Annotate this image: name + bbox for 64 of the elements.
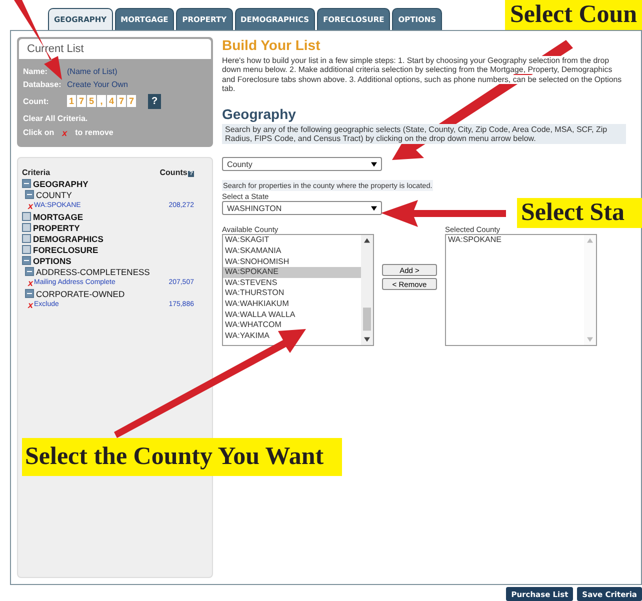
tree-item[interactable]: DEMOGRAPHICS: [33, 234, 104, 244]
remove-icon[interactable]: x: [28, 278, 34, 288]
toggle-icon[interactable]: [22, 212, 31, 221]
page-title: Build Your List: [222, 37, 322, 53]
list-option[interactable]: WA:WALLA WALLA: [223, 310, 361, 320]
column-heading: Criteria: [22, 168, 50, 177]
tree-item[interactable]: ADDRESS-COMPLETENESS: [36, 266, 150, 276]
county-listbox[interactable]: WA:SKAGIT WA:SKAMANIA WA:SNOHOMISH WA:SPOKANE WA:STEVENS WA:THURSTON WA:WAHKIAKUM WA:WALLA WALLA WA:WHATCOM WA:YAKIMA: [222, 234, 374, 346]
section-title: Geography: [222, 106, 297, 122]
list-option[interactable]: WA:SKAMANIA: [223, 246, 361, 257]
geography-dropdown[interactable]: County: [222, 157, 382, 172]
callout-label: Select the County You Want: [22, 438, 342, 476]
selected-listbox[interactable]: WA:SPOKANE: [445, 234, 597, 346]
counter-digit: 7: [117, 95, 126, 107]
list-name: (Name of List): [67, 67, 118, 76]
help-button[interactable]: ?: [148, 94, 161, 108]
list-option[interactable]: WA:SNOHOMISH: [223, 256, 361, 268]
list-option[interactable]: WA:THURSTON: [223, 288, 361, 299]
instruction-text: Click on: [23, 128, 54, 137]
remove-icon[interactable]: x: [28, 200, 34, 210]
card-title: Current List: [19, 39, 211, 59]
tree-item[interactable]: FORECLOSURE: [33, 244, 98, 254]
tree-item[interactable]: COUNTY: [36, 190, 72, 200]
tree-item[interactable]: PROPERTY: [33, 222, 80, 232]
list-option[interactable]: WA:WHATCOM: [223, 320, 361, 331]
toggle-icon[interactable]: [22, 223, 31, 232]
tree-item[interactable]: OPTIONS: [33, 256, 72, 266]
toggle-icon[interactable]: [22, 179, 31, 188]
list-option[interactable]: WA:WAHKIAKUM: [223, 299, 361, 310]
list-option[interactable]: WA:STEVENS: [223, 278, 361, 288]
counter-digit: ,: [97, 95, 106, 107]
tree-item[interactable]: CORPORATE-OWNED: [36, 288, 125, 298]
counter-digit: 1: [67, 95, 76, 107]
toggle-icon[interactable]: [22, 245, 31, 254]
toggle-icon[interactable]: [22, 234, 31, 243]
remove-icon: x: [62, 128, 68, 138]
callout-label: Select Coun: [505, 0, 642, 30]
callout-label: Select Sta: [517, 198, 642, 228]
caret-icon: [371, 206, 377, 211]
caret-icon: [371, 162, 377, 167]
tree-item[interactable]: MORTGAGE: [33, 212, 84, 222]
toggle-icon[interactable]: [25, 190, 34, 199]
list-option[interactable]: WA:SPOKANE: [223, 267, 361, 278]
field-label: Name:: [23, 67, 48, 76]
column-heading: Counts: [160, 168, 188, 177]
counter-digit: 7: [127, 95, 136, 107]
counter-digit: 7: [77, 95, 86, 107]
field-label: Database:: [23, 80, 62, 89]
scrollbar[interactable]: [361, 235, 373, 346]
list-option[interactable]: WA:YAKIMA: [223, 330, 361, 342]
toggle-icon[interactable]: [25, 267, 34, 276]
list-option[interactable]: WA:SKAGIT: [223, 235, 361, 246]
state-dropdown[interactable]: WASHINGTON: [222, 201, 382, 216]
hint-text: Search by any of the following geographic selects (State, County, City, Zip Code, Area Code, MSA, SCF, Zip Radius, FIPS Code, and Census Tract) by clicking on the drop down menu arrow below.: [222, 124, 626, 144]
field-label: Count:: [23, 96, 50, 106]
counter-digit: 4: [107, 95, 116, 107]
toggle-icon[interactable]: [22, 256, 31, 265]
list-option[interactable]: WA:SPOKANE: [446, 235, 584, 246]
remove-icon[interactable]: x: [28, 300, 34, 310]
instruction-text: to remove: [75, 128, 114, 137]
toggle-icon[interactable]: [25, 289, 34, 298]
counter-digit: 5: [87, 95, 96, 107]
tree-item[interactable]: GEOGRAPHY: [33, 178, 88, 188]
database-name: Create Your Own: [67, 80, 128, 89]
